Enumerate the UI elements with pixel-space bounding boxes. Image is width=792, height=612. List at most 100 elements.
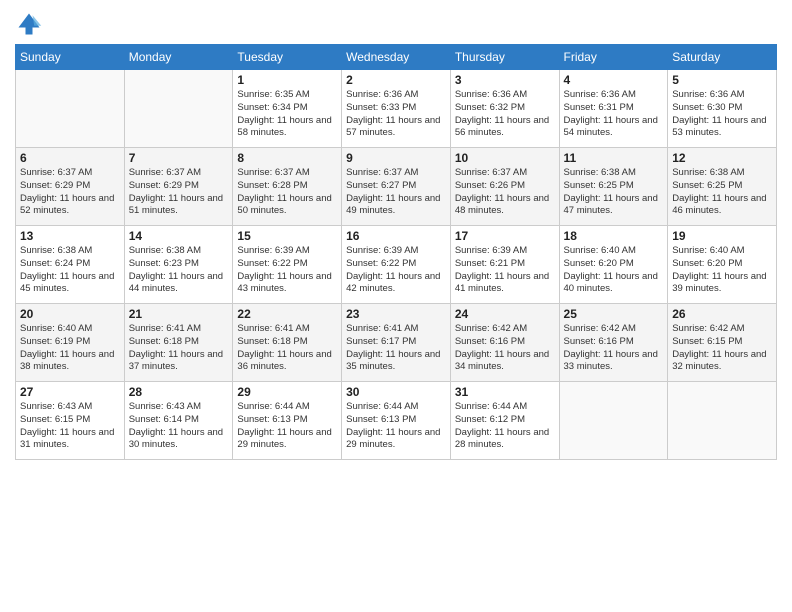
day-info: Sunrise: 6:36 AMSunset: 6:30 PMDaylight:… bbox=[672, 89, 772, 140]
calendar-cell: 5 Sunrise: 6:36 AMSunset: 6:30 PMDaylight… bbox=[668, 70, 777, 148]
calendar-cell: 24Sunrise: 6:42 AMSunset: 6:16 PMDayligh… bbox=[450, 304, 559, 382]
calendar-cell: 8 Sunrise: 6:37 AMSunset: 6:28 PMDaylight… bbox=[233, 148, 342, 226]
day-info: Sunrise: 6:39 AMSunset: 6:21 PMDaylight:… bbox=[455, 245, 555, 296]
calendar-cell: 17 Sunrise: 6:39 AMSunset: 6:21 PMDayligh… bbox=[450, 226, 559, 304]
calendar-cell: 19 Sunrise: 6:40 AMSunset: 6:20 PMDayligh… bbox=[668, 226, 777, 304]
day-info: Sunrise: 6:38 AMSunset: 6:25 PMDaylight:… bbox=[564, 167, 664, 218]
day-info: Sunrise: 6:38 AMSunset: 6:25 PMDaylight:… bbox=[672, 167, 772, 218]
day-number: 6 bbox=[20, 151, 120, 165]
day-number: 2 bbox=[346, 73, 446, 87]
calendar-cell bbox=[16, 70, 125, 148]
day-info: Sunrise: 6:38 AMSunset: 6:23 PMDaylight:… bbox=[129, 245, 229, 296]
day-number: 7 bbox=[129, 151, 229, 165]
day-number: 16 bbox=[346, 229, 446, 243]
day-number: 23 bbox=[346, 307, 446, 321]
day-info: Sunrise: 6:39 AMSunset: 6:22 PMDaylight:… bbox=[346, 245, 446, 296]
calendar-day-header: Thursday bbox=[450, 45, 559, 70]
day-number: 13 bbox=[20, 229, 120, 243]
day-number: 4 bbox=[564, 73, 664, 87]
calendar-cell: 26 Sunrise: 6:42 AMSunset: 6:15 PMDayligh… bbox=[668, 304, 777, 382]
day-info: Sunrise: 6:43 AMSunset: 6:15 PMDaylight:… bbox=[20, 401, 120, 452]
calendar-day-header: Wednesday bbox=[342, 45, 451, 70]
calendar-cell: 16 Sunrise: 6:39 AMSunset: 6:22 PMDayligh… bbox=[342, 226, 451, 304]
day-info: Sunrise: 6:36 AMSunset: 6:31 PMDaylight:… bbox=[564, 89, 664, 140]
day-info: Sunrise: 6:44 AMSunset: 6:13 PMDaylight:… bbox=[237, 401, 337, 452]
day-number: 10 bbox=[455, 151, 555, 165]
day-number: 18 bbox=[564, 229, 664, 243]
calendar-cell: 4 Sunrise: 6:36 AMSunset: 6:31 PMDaylight… bbox=[559, 70, 668, 148]
calendar-cell: 29 Sunrise: 6:44 AMSunset: 6:13 PMDayligh… bbox=[233, 382, 342, 460]
calendar-week-row: 13 Sunrise: 6:38 AMSunset: 6:24 PMDayligh… bbox=[16, 226, 777, 304]
day-info: Sunrise: 6:35 AMSunset: 6:34 PMDaylight:… bbox=[237, 89, 337, 140]
calendar-cell: 30 Sunrise: 6:44 AMSunset: 6:13 PMDayligh… bbox=[342, 382, 451, 460]
day-number: 5 bbox=[672, 73, 772, 87]
day-number: 12 bbox=[672, 151, 772, 165]
calendar-cell: 31 Sunrise: 6:44 AMSunset: 6:12 PMDayligh… bbox=[450, 382, 559, 460]
day-info: Sunrise: 6:37 AMSunset: 6:26 PMDaylight:… bbox=[455, 167, 555, 218]
calendar-day-header: Friday bbox=[559, 45, 668, 70]
day-info: Sunrise: 6:36 AMSunset: 6:33 PMDaylight:… bbox=[346, 89, 446, 140]
calendar-cell: 9 Sunrise: 6:37 AMSunset: 6:27 PMDaylight… bbox=[342, 148, 451, 226]
day-number: 25 bbox=[564, 307, 664, 321]
day-number: 8 bbox=[237, 151, 337, 165]
calendar-cell bbox=[559, 382, 668, 460]
calendar-cell: 10 Sunrise: 6:37 AMSunset: 6:26 PMDayligh… bbox=[450, 148, 559, 226]
day-info: Sunrise: 6:44 AMSunset: 6:12 PMDaylight:… bbox=[455, 401, 555, 452]
day-number: 19 bbox=[672, 229, 772, 243]
day-number: 27 bbox=[20, 385, 120, 399]
day-number: 28 bbox=[129, 385, 229, 399]
day-info: Sunrise: 6:40 AMSunset: 6:19 PMDaylight:… bbox=[20, 323, 120, 374]
generalblue-logo-icon bbox=[15, 10, 43, 38]
day-info: Sunrise: 6:36 AMSunset: 6:32 PMDaylight:… bbox=[455, 89, 555, 140]
calendar-cell: 14 Sunrise: 6:38 AMSunset: 6:23 PMDayligh… bbox=[124, 226, 233, 304]
day-number: 26 bbox=[672, 307, 772, 321]
day-info: Sunrise: 6:40 AMSunset: 6:20 PMDaylight:… bbox=[672, 245, 772, 296]
calendar-week-row: 6 Sunrise: 6:37 AMSunset: 6:29 PMDaylight… bbox=[16, 148, 777, 226]
calendar-cell: 2 Sunrise: 6:36 AMSunset: 6:33 PMDaylight… bbox=[342, 70, 451, 148]
day-info: Sunrise: 6:43 AMSunset: 6:14 PMDaylight:… bbox=[129, 401, 229, 452]
day-info: Sunrise: 6:44 AMSunset: 6:13 PMDaylight:… bbox=[346, 401, 446, 452]
day-info: Sunrise: 6:37 AMSunset: 6:29 PMDaylight:… bbox=[129, 167, 229, 218]
day-info: Sunrise: 6:39 AMSunset: 6:22 PMDaylight:… bbox=[237, 245, 337, 296]
day-number: 3 bbox=[455, 73, 555, 87]
day-number: 15 bbox=[237, 229, 337, 243]
day-number: 17 bbox=[455, 229, 555, 243]
day-info: Sunrise: 6:41 AMSunset: 6:17 PMDaylight:… bbox=[346, 323, 446, 374]
calendar-day-header: Sunday bbox=[16, 45, 125, 70]
calendar-cell: 23 Sunrise: 6:41 AMSunset: 6:17 PMDayligh… bbox=[342, 304, 451, 382]
calendar-day-header: Monday bbox=[124, 45, 233, 70]
day-info: Sunrise: 6:38 AMSunset: 6:24 PMDaylight:… bbox=[20, 245, 120, 296]
calendar-cell: 27 Sunrise: 6:43 AMSunset: 6:15 PMDayligh… bbox=[16, 382, 125, 460]
logo bbox=[15, 10, 47, 38]
calendar-cell: 13 Sunrise: 6:38 AMSunset: 6:24 PMDayligh… bbox=[16, 226, 125, 304]
calendar-cell: 6 Sunrise: 6:37 AMSunset: 6:29 PMDaylight… bbox=[16, 148, 125, 226]
calendar-day-header: Saturday bbox=[668, 45, 777, 70]
page-header bbox=[15, 10, 777, 38]
calendar-cell: 15 Sunrise: 6:39 AMSunset: 6:22 PMDayligh… bbox=[233, 226, 342, 304]
day-number: 11 bbox=[564, 151, 664, 165]
day-number: 30 bbox=[346, 385, 446, 399]
calendar-cell: 7 Sunrise: 6:37 AMSunset: 6:29 PMDaylight… bbox=[124, 148, 233, 226]
day-info: Sunrise: 6:37 AMSunset: 6:29 PMDaylight:… bbox=[20, 167, 120, 218]
day-info: Sunrise: 6:37 AMSunset: 6:27 PMDaylight:… bbox=[346, 167, 446, 218]
day-number: 14 bbox=[129, 229, 229, 243]
day-info: Sunrise: 6:42 AMSunset: 6:16 PMDaylight:… bbox=[564, 323, 664, 374]
calendar-week-row: 20Sunrise: 6:40 AMSunset: 6:19 PMDayligh… bbox=[16, 304, 777, 382]
calendar-header-row: SundayMondayTuesdayWednesdayThursdayFrid… bbox=[16, 45, 777, 70]
calendar-cell: 20Sunrise: 6:40 AMSunset: 6:19 PMDayligh… bbox=[16, 304, 125, 382]
day-number: 9 bbox=[346, 151, 446, 165]
calendar-cell: 22Sunrise: 6:41 AMSunset: 6:18 PMDayligh… bbox=[233, 304, 342, 382]
calendar-cell: 1Sunrise: 6:35 AMSunset: 6:34 PMDaylight… bbox=[233, 70, 342, 148]
calendar-week-row: 1Sunrise: 6:35 AMSunset: 6:34 PMDaylight… bbox=[16, 70, 777, 148]
calendar-cell: 28 Sunrise: 6:43 AMSunset: 6:14 PMDayligh… bbox=[124, 382, 233, 460]
day-number: 31 bbox=[455, 385, 555, 399]
day-info: Sunrise: 6:42 AMSunset: 6:16 PMDaylight:… bbox=[455, 323, 555, 374]
day-info: Sunrise: 6:42 AMSunset: 6:15 PMDaylight:… bbox=[672, 323, 772, 374]
calendar-cell: 12 Sunrise: 6:38 AMSunset: 6:25 PMDayligh… bbox=[668, 148, 777, 226]
day-number: 29 bbox=[237, 385, 337, 399]
calendar-table: SundayMondayTuesdayWednesdayThursdayFrid… bbox=[15, 44, 777, 460]
day-info: Sunrise: 6:41 AMSunset: 6:18 PMDaylight:… bbox=[129, 323, 229, 374]
calendar-cell: 11 Sunrise: 6:38 AMSunset: 6:25 PMDayligh… bbox=[559, 148, 668, 226]
day-info: Sunrise: 6:37 AMSunset: 6:28 PMDaylight:… bbox=[237, 167, 337, 218]
calendar-cell bbox=[124, 70, 233, 148]
